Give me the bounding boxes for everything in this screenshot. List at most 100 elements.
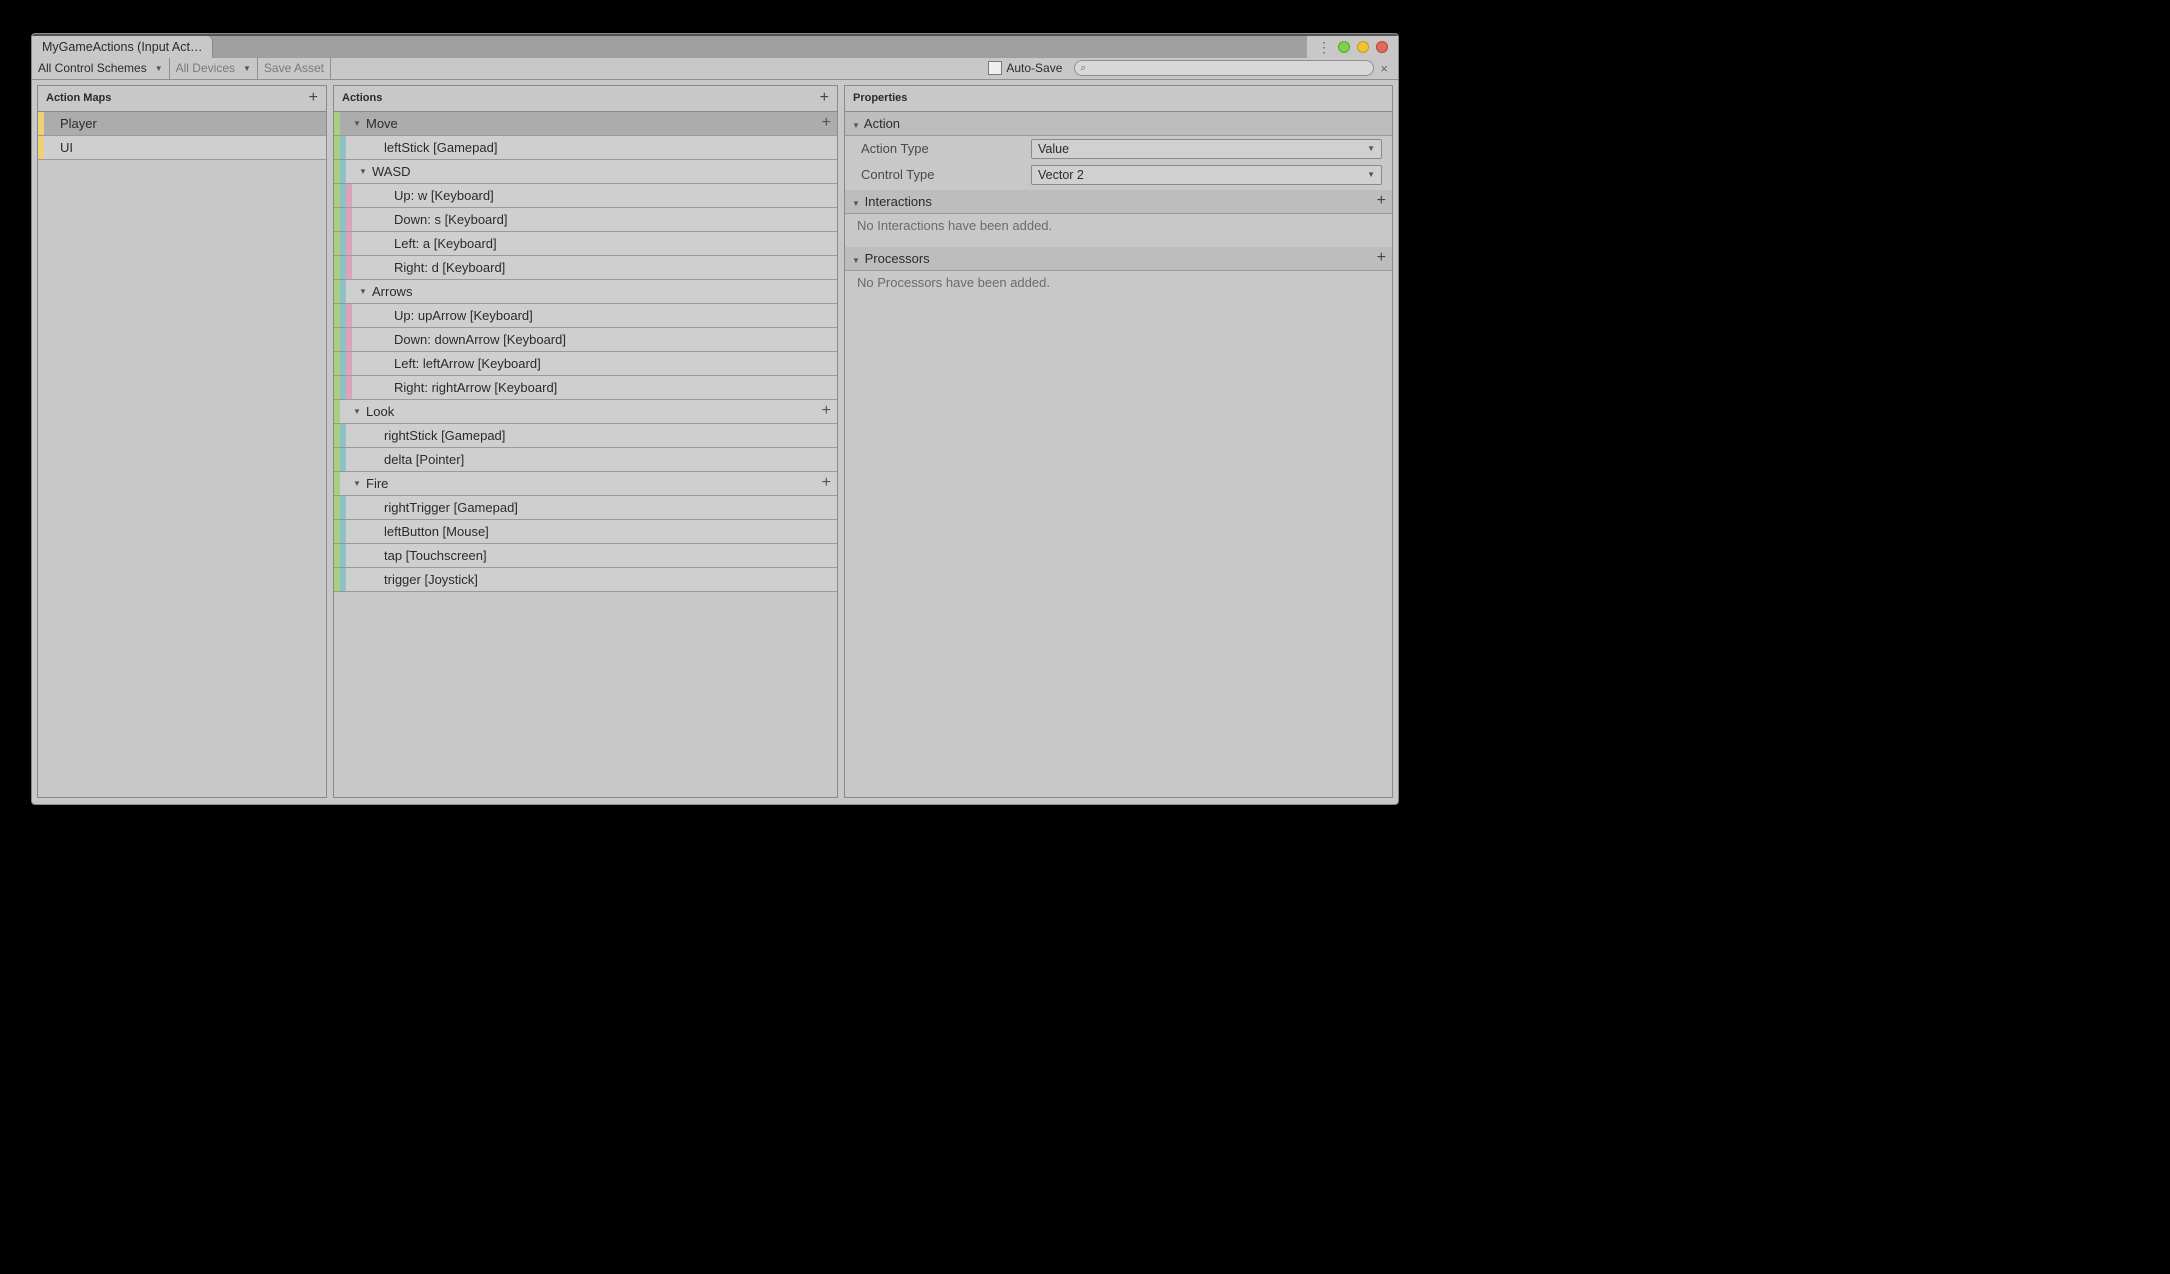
- binding-color-stripe: [340, 136, 346, 159]
- row-label: tap [Touchscreen]: [380, 548, 487, 563]
- composite-part-item[interactable]: Right: rightArrow [Keyboard]: [334, 376, 837, 400]
- toolbar: All Control Schemes All Devices Save Ass…: [32, 58, 1398, 80]
- control-type-dropdown[interactable]: Vector 2 ▼: [1031, 165, 1382, 185]
- composite-part-item[interactable]: Left: leftArrow [Keyboard]: [334, 352, 837, 376]
- actions-title: Actions: [342, 92, 382, 104]
- composite-part-item[interactable]: Down: s [Keyboard]: [334, 208, 837, 232]
- traffic-light-yellow[interactable]: [1357, 41, 1369, 53]
- binding-item[interactable]: leftButton [Mouse]: [334, 520, 837, 544]
- autosave-label: Auto-Save: [1006, 61, 1062, 75]
- autosave-checkbox[interactable]: [988, 61, 1002, 75]
- search-clear-icon[interactable]: ×: [1374, 61, 1394, 76]
- row-label: leftStick [Gamepad]: [380, 140, 497, 155]
- row-label: rightStick [Gamepad]: [380, 428, 505, 443]
- binding-item[interactable]: trigger [Joystick]: [334, 568, 837, 592]
- interactions-empty-text: No Interactions have been added.: [845, 214, 1392, 233]
- interactions-section-header[interactable]: ▼ Interactions +: [845, 190, 1392, 214]
- tab-bar: MyGameActions (Input Act… ⋮: [32, 34, 1398, 58]
- binding-color-stripe: [340, 424, 346, 447]
- row-label: leftButton [Mouse]: [380, 524, 489, 539]
- chevron-down-icon: ▼: [1367, 144, 1375, 153]
- composite-part-item[interactable]: Right: d [Keyboard]: [334, 256, 837, 280]
- add-interaction-button[interactable]: +: [1377, 192, 1386, 210]
- action-map-name: Player: [56, 116, 97, 131]
- composite-item[interactable]: ▼Arrows: [334, 280, 837, 304]
- action-item[interactable]: ▼Fire +: [334, 472, 837, 496]
- row-label: Up: w [Keyboard]: [390, 188, 494, 203]
- devices-label: All Devices: [176, 61, 235, 75]
- binding-color-stripe: [340, 520, 346, 543]
- foldout-icon[interactable]: ▼: [358, 167, 368, 176]
- add-binding-button[interactable]: +: [822, 114, 837, 132]
- row-label: Fire: [362, 476, 388, 491]
- foldout-icon[interactable]: ▼: [352, 119, 362, 128]
- control-schemes-dropdown[interactable]: All Control Schemes: [32, 58, 170, 79]
- actions-panel: Actions + ▼Move+leftStick [Gamepad]▼WASD…: [333, 85, 838, 798]
- traffic-light-red[interactable]: [1376, 41, 1388, 53]
- interactions-title: Interactions: [865, 194, 932, 209]
- traffic-light-green[interactable]: [1338, 41, 1350, 53]
- save-asset-button[interactable]: Save Asset: [258, 58, 331, 79]
- row-label: Right: d [Keyboard]: [390, 260, 505, 275]
- binding-item[interactable]: delta [Pointer]: [334, 448, 837, 472]
- binding-item[interactable]: rightTrigger [Gamepad]: [334, 496, 837, 520]
- action-type-dropdown[interactable]: Value ▼: [1031, 139, 1382, 159]
- add-binding-button[interactable]: +: [822, 474, 837, 492]
- binding-item[interactable]: tap [Touchscreen]: [334, 544, 837, 568]
- add-action-map-button[interactable]: +: [309, 89, 318, 107]
- processors-title: Processors: [865, 251, 930, 266]
- add-processor-button[interactable]: +: [1377, 249, 1386, 267]
- search-input[interactable]: [1074, 60, 1374, 76]
- action-color-stripe: [334, 472, 340, 495]
- editor-window: MyGameActions (Input Act… ⋮ All Control …: [31, 33, 1399, 805]
- devices-dropdown[interactable]: All Devices: [170, 58, 258, 79]
- foldout-icon[interactable]: ▼: [352, 479, 362, 488]
- binding-item[interactable]: leftStick [Gamepad]: [334, 136, 837, 160]
- row-label: Down: downArrow [Keyboard]: [390, 332, 566, 347]
- processors-section-header[interactable]: ▼ Processors +: [845, 247, 1392, 271]
- add-binding-button[interactable]: +: [822, 402, 837, 420]
- binding-color-stripe: [340, 448, 346, 471]
- action-map-item[interactable]: UI: [38, 136, 326, 160]
- binding-color-stripe: [340, 280, 346, 303]
- row-label: Arrows: [368, 284, 412, 299]
- control-schemes-label: All Control Schemes: [38, 61, 147, 75]
- row-label: Look: [362, 404, 394, 419]
- foldout-icon[interactable]: ▼: [358, 287, 368, 296]
- action-maps-panel: Action Maps + Player UI: [37, 85, 327, 798]
- add-action-button[interactable]: +: [820, 89, 829, 107]
- composite-part-item[interactable]: Left: a [Keyboard]: [334, 232, 837, 256]
- binding-item[interactable]: rightStick [Gamepad]: [334, 424, 837, 448]
- composite-part-item[interactable]: Down: downArrow [Keyboard]: [334, 328, 837, 352]
- action-map-name: UI: [56, 140, 73, 155]
- action-maps-title: Action Maps: [46, 92, 111, 104]
- row-label: Move: [362, 116, 398, 131]
- binding-color-stripe: [340, 160, 346, 183]
- window-tab[interactable]: MyGameActions (Input Act…: [32, 36, 213, 58]
- action-section-header[interactable]: ▼ Action: [845, 112, 1392, 136]
- composite-part-item[interactable]: Up: w [Keyboard]: [334, 184, 837, 208]
- row-label: trigger [Joystick]: [380, 572, 478, 587]
- part-color-stripe: [346, 256, 352, 279]
- action-section-label: Action: [864, 116, 900, 131]
- row-label: rightTrigger [Gamepad]: [380, 500, 518, 515]
- action-item[interactable]: ▼Move +: [334, 112, 837, 136]
- processors-empty-text: No Processors have been added.: [845, 271, 1392, 290]
- control-type-value: Vector 2: [1038, 168, 1084, 182]
- row-label: Up: upArrow [Keyboard]: [390, 308, 533, 323]
- row-label: Down: s [Keyboard]: [390, 212, 507, 227]
- row-label: Left: leftArrow [Keyboard]: [390, 356, 541, 371]
- action-map-item[interactable]: Player: [38, 112, 326, 136]
- part-color-stripe: [346, 304, 352, 327]
- control-type-label: Control Type: [861, 167, 1031, 182]
- composite-item[interactable]: ▼WASD: [334, 160, 837, 184]
- search-icon: ⌕: [1080, 63, 1086, 74]
- foldout-icon[interactable]: ▼: [352, 407, 362, 416]
- chevron-down-icon: ▼: [1367, 170, 1375, 179]
- action-item[interactable]: ▼Look +: [334, 400, 837, 424]
- kebab-menu-icon[interactable]: ⋮: [1317, 40, 1331, 54]
- row-label: Right: rightArrow [Keyboard]: [390, 380, 557, 395]
- part-color-stripe: [346, 184, 352, 207]
- composite-part-item[interactable]: Up: upArrow [Keyboard]: [334, 304, 837, 328]
- row-label: delta [Pointer]: [380, 452, 464, 467]
